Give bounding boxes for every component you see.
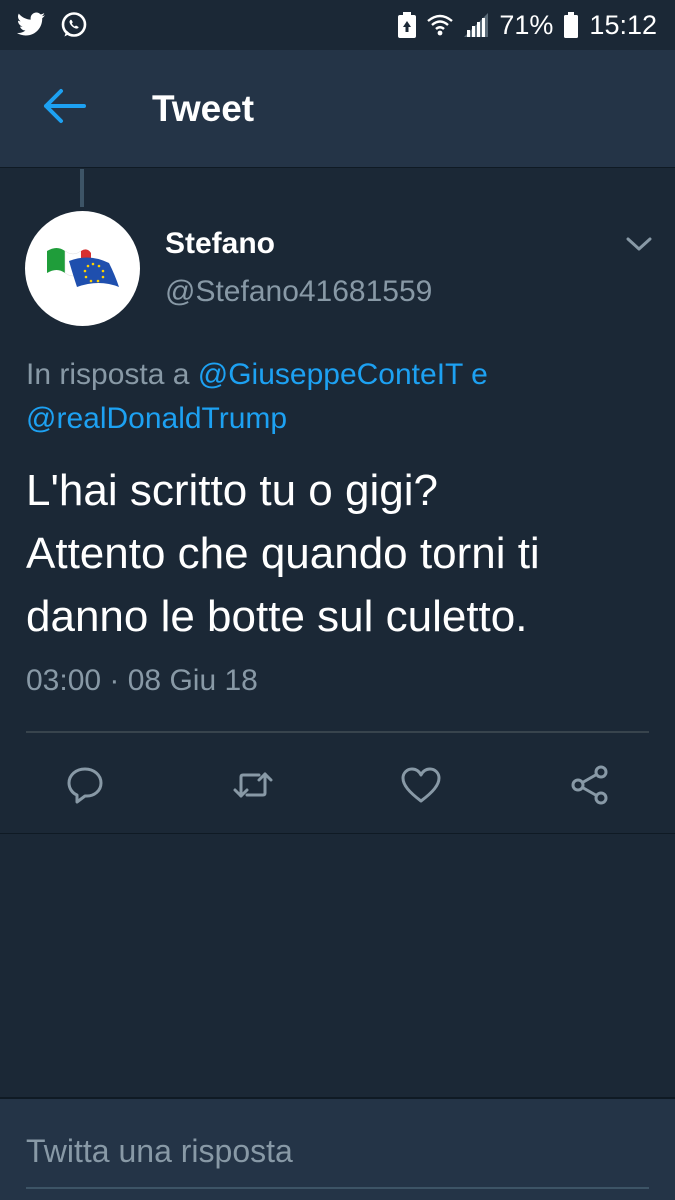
back-button[interactable] — [0, 50, 128, 168]
tweet-menu-button[interactable] — [622, 229, 656, 259]
reply-input-underline — [26, 1187, 649, 1189]
author-name[interactable]: Stefano — [165, 227, 275, 261]
reply-button[interactable] — [63, 763, 107, 807]
author-handle[interactable]: @Stefano41681559 — [165, 275, 432, 309]
status-bar-left — [16, 11, 88, 39]
tweet-actions — [0, 749, 675, 819]
flag-avatar-image — [46, 247, 119, 287]
battery-icon — [563, 11, 579, 39]
like-icon — [399, 763, 443, 807]
twitter-icon — [16, 12, 46, 38]
chevron-down-icon — [622, 237, 656, 263]
tweet-text: L'hai scritto tu o gigi? Attento che qua… — [26, 459, 656, 648]
reply-composer[interactable]: Twitta una risposta — [0, 1097, 675, 1200]
whatsapp-icon — [60, 11, 88, 39]
reply-input[interactable]: Twitta una risposta — [26, 1133, 293, 1170]
back-arrow-icon — [42, 88, 86, 129]
tweet-text-line: Attento che quando torni ti — [26, 529, 540, 578]
retweet-button[interactable] — [231, 763, 275, 807]
reply-prefix: In risposta a — [26, 358, 190, 391]
thread-connector-line — [80, 169, 84, 207]
like-button[interactable] — [399, 763, 443, 807]
status-bar-right: 71% 15:12 — [397, 10, 657, 41]
status-bar: 71% 15:12 — [0, 0, 675, 50]
divider — [26, 731, 649, 733]
mention-link-1[interactable]: @GiuseppeConteIT — [198, 358, 463, 391]
reply-joiner: e — [471, 358, 488, 391]
retweet-icon — [231, 763, 275, 807]
app-header: Tweet — [0, 50, 675, 168]
reply-context: In risposta a @GiuseppeConteIT e @realDo… — [26, 353, 646, 441]
battery-percent: 71% — [499, 9, 554, 40]
share-button[interactable] — [568, 763, 612, 807]
avatar[interactable] — [25, 211, 140, 326]
tweet-text-line: L'hai scritto tu o gigi? — [26, 466, 438, 515]
share-icon — [568, 763, 612, 807]
tweet-timestamp: 03:00 · 08 Giu 18 — [26, 664, 258, 697]
mention-link-2[interactable]: @realDonaldTrump — [26, 402, 287, 435]
battery-saver-icon — [397, 11, 417, 39]
status-time: 15:12 — [589, 9, 657, 40]
wifi-icon — [427, 12, 454, 38]
tweet-text-line: danno le botte sul culetto. — [26, 592, 528, 641]
tweet-detail: Stefano @Stefano41681559 In risposta a @… — [0, 169, 675, 834]
signal-icon — [463, 12, 489, 38]
page-title: Tweet — [152, 87, 255, 129]
reply-icon — [63, 763, 107, 807]
